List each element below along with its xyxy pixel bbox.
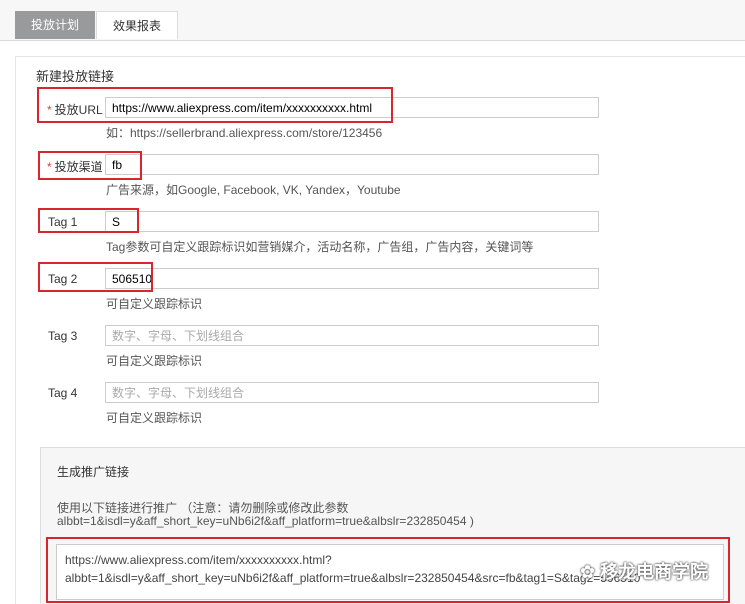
generate-hint-params: albbt=1&isdl=y&aff_short_key=uNb6i2f&aff…: [57, 514, 474, 528]
tag4-input[interactable]: [105, 382, 599, 403]
required-mark: *: [47, 160, 52, 174]
channel-input[interactable]: [105, 154, 599, 175]
section-title: 新建投放链接: [36, 69, 115, 84]
tab-bar: 投放计划 效果报表: [0, 0, 745, 41]
tag2-input[interactable]: [105, 268, 599, 289]
tag2-hint: 可自定义跟踪标识: [106, 297, 203, 311]
channel-hint: 广告来源，如Google, Facebook, VK, Yandex，Youtu…: [106, 183, 401, 197]
tag1-hint: Tag参数可自定义跟踪标识如营销媒介，活动名称，广告组，广告内容，关键词等: [106, 240, 534, 254]
required-mark: *: [47, 103, 52, 117]
tag2-label: Tag 2: [48, 272, 78, 286]
url-hint: 如：https://sellerbrand.aliexpress.com/sto…: [106, 126, 383, 140]
watermark: ✿ 移龙电商学院: [580, 562, 709, 582]
channel-label: * 投放渠道: [47, 160, 103, 174]
tag1-label: Tag 1: [48, 215, 78, 229]
tab-plan[interactable]: 投放计划: [15, 11, 95, 39]
url-label: * 投放URL: [47, 103, 103, 117]
tag3-label: Tag 3: [48, 329, 78, 343]
tag4-label: Tag 4: [48, 386, 78, 400]
wechat-icon: ✿: [580, 562, 596, 582]
url-input[interactable]: [105, 97, 599, 118]
tag1-input[interactable]: [105, 211, 599, 232]
tag4-hint: 可自定义跟踪标识: [106, 411, 203, 425]
tag3-input[interactable]: [105, 325, 599, 346]
tab-report[interactable]: 效果报表: [96, 11, 178, 39]
generate-title: 生成推广链接: [57, 465, 130, 479]
tag3-hint: 可自定义跟踪标识: [106, 354, 203, 368]
